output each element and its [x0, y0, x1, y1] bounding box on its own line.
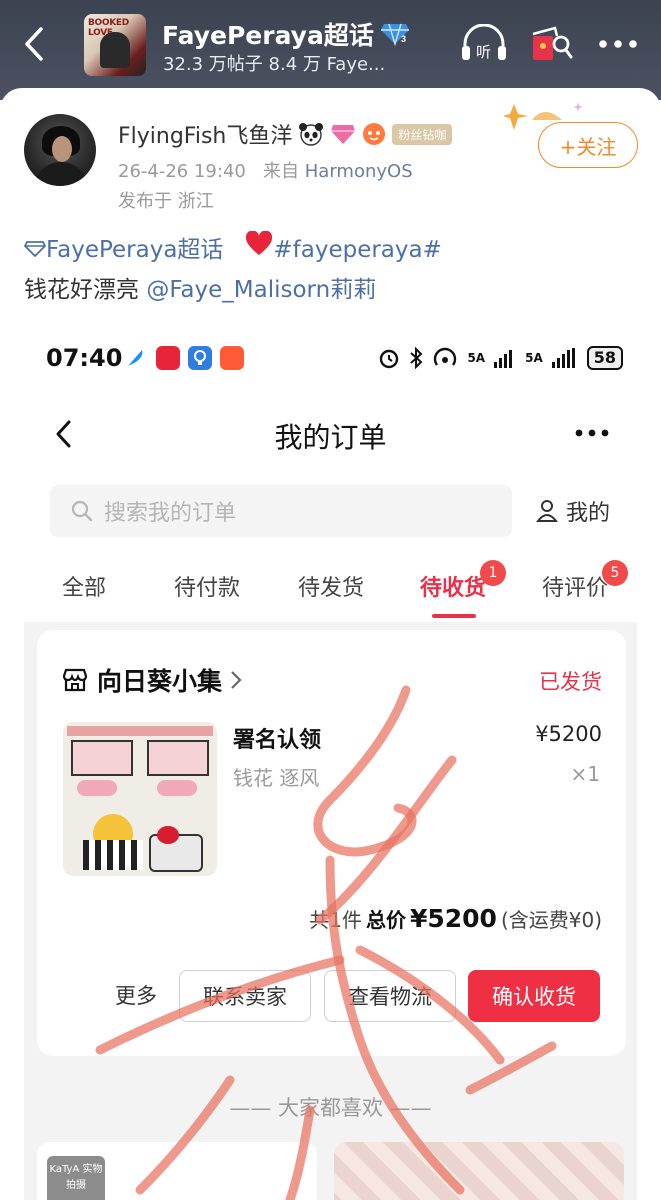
katya-label: KaTyA 实物拍摄: [47, 1156, 105, 1200]
order-search-input: 搜索我的订单: [50, 485, 512, 537]
active-tab-indicator: [432, 614, 476, 618]
recommend-title: —— 大家都喜欢 ——: [229, 1096, 432, 1120]
mention-link[interactable]: @Faye_Malisorn莉莉: [146, 277, 376, 303]
product-quantity: ×1: [570, 762, 600, 786]
confirm-receipt-button: 确认收货: [468, 970, 600, 1022]
post-source[interactable]: HarmonyOS: [305, 161, 413, 182]
topic-link-text: FayePeraya超话: [46, 237, 224, 263]
recommend-item: [334, 1142, 624, 1200]
topic-title[interactable]: FayePeraya超话 3: [162, 16, 410, 52]
shop-name: 向日葵小集: [97, 667, 223, 696]
person-icon: [536, 500, 558, 522]
tab-pending-payment: 待付款: [174, 576, 241, 601]
more-actions-link: 更多: [115, 984, 157, 1008]
red-envelope-icon: [532, 26, 573, 60]
more-button[interactable]: [596, 22, 640, 66]
post-location: 发布于 浙江: [118, 191, 214, 212]
follow-button[interactable]: +关注: [538, 122, 638, 168]
contact-seller-button: 联系卖家: [179, 970, 311, 1022]
more-dots-icon: [599, 40, 637, 48]
order-tabs: 全部 待付款 待发货 待收货 1 待评价 5: [24, 560, 637, 620]
more-dots-icon: [575, 429, 609, 437]
mine-button: 我的: [536, 490, 610, 532]
topic-cover-image[interactable]: BOOKED LOVE: [84, 14, 146, 76]
signal-icon: [494, 350, 513, 368]
mine-label: 我的: [566, 501, 611, 526]
listen-label: 听: [476, 43, 491, 61]
heart-icon: [246, 230, 273, 255]
chevron-right-icon: [231, 671, 242, 689]
username[interactable]: FlyingFish飞鱼洋: [118, 118, 292, 150]
diamond-badge-icon: 3: [380, 23, 409, 46]
post-image[interactable]: 07:40 5A 5A 58 我的订单 搜索我的订单 我的 全部 待付款 待发货…: [24, 330, 637, 1200]
chevron-left-icon: [25, 27, 43, 61]
item-count: 共1件: [309, 908, 362, 932]
topic-name: FayePeraya超话: [162, 21, 374, 50]
tab-pending-shipment: 待发货: [298, 576, 365, 601]
panda-icon: [299, 123, 324, 146]
bulb-app-icon: [188, 346, 212, 370]
order-card: 向日葵小集 已发货 署名认领 钱花 逐风 ¥5200 ×1 共1件 总价 ¥52…: [37, 630, 626, 1056]
post-meta: 26-4-26 19:40 来自 HarmonyOS: [118, 157, 413, 183]
user-info-row: FlyingFish飞鱼洋 粉丝钻咖: [118, 118, 453, 150]
battery-level: 58: [586, 346, 623, 370]
status-time: 07:40: [46, 344, 123, 372]
post-text: FayePeraya超话 #fayeperaya# 钱花好漂亮 @Faye_Ma…: [23, 230, 442, 310]
search-placeholder: 搜索我的订单: [104, 501, 237, 526]
product-image: [63, 722, 217, 876]
hotspot-icon: [434, 347, 457, 366]
order-total: 共1件 总价 ¥5200 (含运费¥0): [309, 904, 602, 933]
product-price: ¥5200: [535, 722, 602, 746]
level-diamond-icon: [331, 125, 356, 144]
avatar[interactable]: [24, 114, 96, 186]
fan-level-badge: 粉丝钻咖: [392, 123, 453, 145]
signal-label-1: 5A: [467, 351, 486, 365]
signal-label-2: 5A: [525, 351, 543, 365]
topic-stats: 32.3 万帖子 8.4 万 Faye...: [163, 54, 386, 75]
topic-link[interactable]: FayePeraya超话: [23, 237, 224, 263]
diamond-link-icon: [23, 241, 47, 258]
store-icon: [62, 668, 88, 692]
alarm-icon: [380, 349, 399, 369]
svg-text:3: 3: [401, 34, 406, 44]
status-right: 5A 5A 58: [378, 346, 623, 370]
tmall-app-icon: [156, 346, 180, 370]
product-name: 署名认领: [233, 728, 322, 753]
order-page-title: 我的订单: [274, 421, 387, 454]
listen-button[interactable]: 听: [458, 22, 510, 66]
total-label: 总价: [365, 908, 406, 932]
status-app-icons: [124, 346, 244, 370]
order-more-button: [572, 418, 612, 448]
search-icon: [71, 500, 93, 522]
hashtag-link[interactable]: #fayeperaya#: [273, 237, 442, 263]
view-logistics-button: 查看物流: [324, 970, 456, 1022]
member-mascot-icon: [363, 123, 386, 145]
supertopic-header: BOOKED LOVE FayePeraya超话 3 32.3 万帖子 8.4 …: [0, 0, 661, 100]
tab-badge-review: 5: [602, 560, 628, 586]
post-timestamp: 26-4-26 19:40: [118, 161, 246, 182]
shipping-note: (含运费¥0): [500, 908, 602, 932]
back-button[interactable]: [14, 22, 54, 66]
red-packet-search-button[interactable]: [526, 22, 574, 66]
tab-pending-review: 待评价: [542, 576, 609, 601]
total-amount: ¥5200: [409, 904, 497, 933]
tab-all: 全部: [62, 576, 107, 601]
tab-pending-receipt: 待收货: [420, 576, 487, 601]
product-spec: 钱花 逐风: [233, 766, 320, 790]
feather-app-icon: [124, 346, 148, 370]
tab-badge-receipt: 1: [480, 560, 506, 586]
signal-icon-2: [551, 348, 575, 368]
bluetooth-icon: [410, 347, 423, 369]
source-prefix: 来自: [263, 161, 300, 182]
order-status: 已发货: [539, 670, 602, 694]
post-body-text: 钱花好漂亮: [24, 277, 139, 303]
headphones-icon: 听: [462, 24, 506, 61]
mascot-app-icon: [220, 346, 244, 370]
recommend-item: KaTyA 实物拍摄: [37, 1142, 317, 1200]
shop-row: 向日葵小集: [61, 662, 242, 698]
